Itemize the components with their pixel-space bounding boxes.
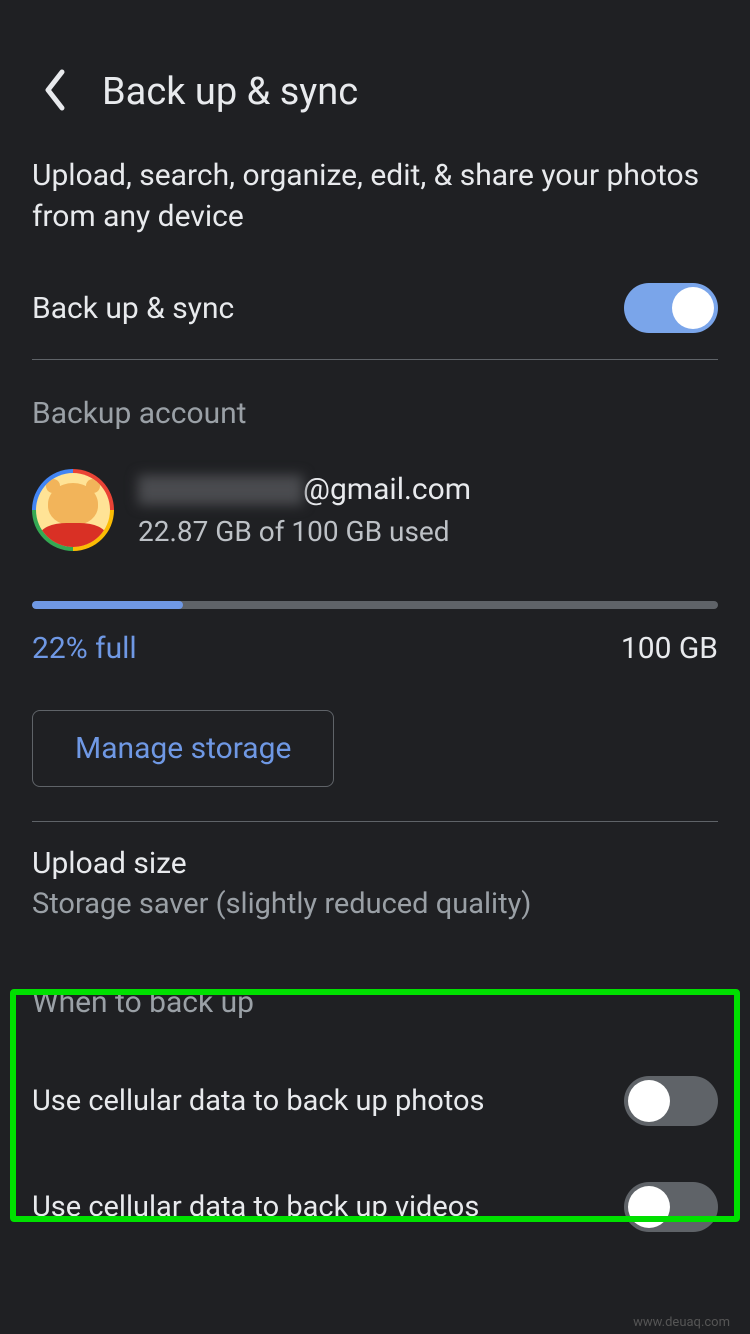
storage-labels: 22% full 100 GB: [32, 609, 718, 666]
backup-sync-switch[interactable]: [624, 283, 718, 333]
cellular-photos-switch[interactable]: [624, 1076, 718, 1126]
upload-size-title: Upload size: [32, 846, 718, 881]
cellular-section: Use cellular data to back up photos Use …: [0, 1038, 750, 1260]
switch-knob: [672, 287, 714, 329]
back-icon[interactable]: [42, 68, 68, 116]
upload-size-subtitle: Storage saver (slightly reduced quality): [32, 887, 718, 921]
backup-sync-label: Back up & sync: [32, 291, 234, 326]
page-title: Back up & sync: [102, 70, 358, 114]
storage-progress: 22% full 100 GB: [0, 563, 750, 666]
switch-knob: [628, 1080, 670, 1122]
backup-sync-toggle-row: Back up & sync: [0, 267, 750, 359]
upload-size-block[interactable]: Upload size Storage saver (slightly redu…: [0, 822, 750, 933]
page-subtitle: Upload, search, organize, edit, & share …: [0, 144, 750, 267]
total-storage-label: 100 GB: [621, 631, 718, 666]
watermark: www.deuaq.com: [633, 1315, 730, 1330]
progress-fill: [32, 601, 183, 609]
cellular-videos-label: Use cellular data to back up videos: [32, 1190, 479, 1224]
cellular-photos-label: Use cellular data to back up photos: [32, 1084, 484, 1118]
email-blurred: [138, 475, 303, 505]
backup-account-section-label: Backup account: [0, 360, 750, 449]
account-info: @gmail.com 22.87 GB of 100 GB used: [138, 472, 471, 548]
account-email: @gmail.com: [138, 472, 471, 507]
email-domain: @gmail.com: [303, 472, 471, 507]
cellular-videos-row: Use cellular data to back up videos: [0, 1154, 750, 1260]
account-row[interactable]: @gmail.com 22.87 GB of 100 GB used: [0, 449, 750, 563]
cellular-photos-row: Use cellular data to back up photos: [0, 1048, 750, 1154]
manage-storage-button[interactable]: Manage storage: [32, 710, 334, 787]
header: Back up & sync: [0, 0, 750, 144]
progress-bar: [32, 601, 718, 609]
when-to-backup-section-label: When to back up: [0, 933, 750, 1038]
switch-knob: [628, 1186, 670, 1228]
cellular-videos-switch[interactable]: [624, 1182, 718, 1232]
storage-used-text: 22.87 GB of 100 GB used: [138, 515, 471, 548]
avatar: [32, 469, 114, 551]
percent-full-label: 22% full: [32, 631, 137, 666]
